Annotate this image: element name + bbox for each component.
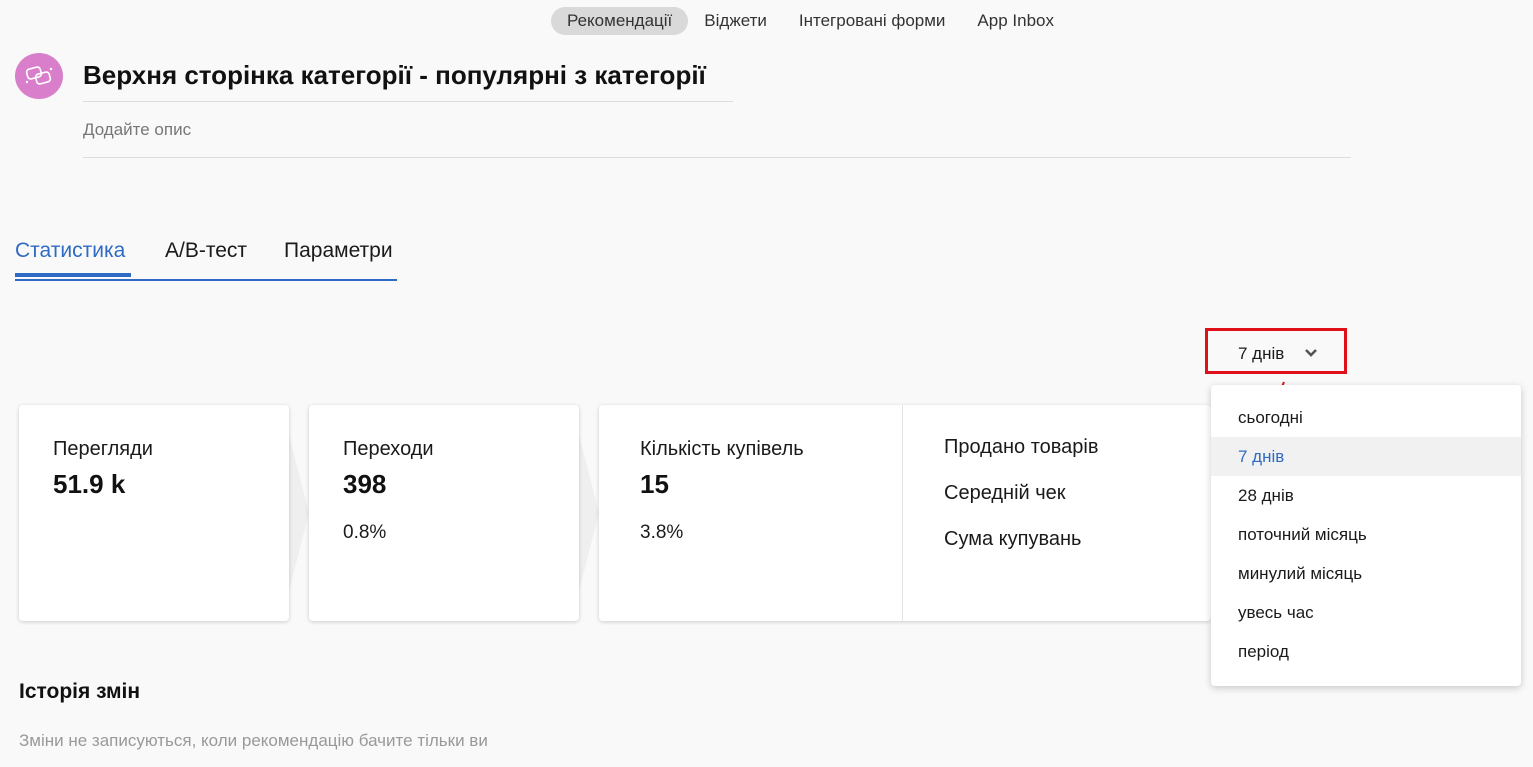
period-option-28-days[interactable]: 28 днів — [1211, 476, 1521, 515]
tab-parameters[interactable]: Параметри — [284, 239, 393, 263]
stat-percent: 3.8% — [640, 522, 684, 543]
title-underline — [83, 101, 733, 102]
period-option-current-month[interactable]: поточний місяць — [1211, 515, 1521, 554]
stat-label: Кількість купівель — [640, 438, 804, 460]
top-navigation: Рекомендації Віджети Інтегровані форми A… — [551, 7, 1070, 35]
description-field[interactable]: Додайте опис — [83, 120, 191, 140]
stat-card-purchases: Кількість купівель 15 3.8% — [599, 405, 1211, 621]
stat-value: 398 — [343, 469, 387, 499]
stat-percent: 0.8% — [343, 522, 387, 543]
active-tab-indicator — [15, 273, 131, 277]
tab-bar: Статистика А/В-тест Параметри — [15, 235, 397, 281]
period-option-custom[interactable]: період — [1211, 632, 1521, 671]
tab-ab-test[interactable]: А/В-тест — [165, 239, 247, 263]
tab-statistics[interactable]: Статистика — [15, 239, 125, 263]
description-underline — [83, 157, 1351, 158]
page-title[interactable]: Верхня сторінка категорії - популярні з … — [83, 60, 706, 91]
stat-label-purchase-sum: Сума купувань — [944, 528, 1082, 550]
card-connector — [289, 435, 309, 591]
stat-label-items-sold: Продано товарів — [944, 436, 1099, 458]
chevron-down-icon[interactable] — [1304, 348, 1318, 358]
history-note: Зміни не записуються, коли рекомендацію … — [19, 731, 488, 750]
topnav-widgets[interactable]: Віджети — [688, 7, 783, 35]
period-option-7-days[interactable]: 7 днів — [1211, 437, 1521, 476]
period-option-all-time[interactable]: увесь час — [1211, 593, 1521, 632]
stat-value: 51.9 k — [53, 469, 126, 499]
stat-label: Переходи — [343, 438, 434, 460]
chat-bubbles-icon — [25, 66, 53, 85]
stat-card-clicks: Переходи 398 0.8% — [309, 405, 579, 621]
topnav-integrated-forms[interactable]: Інтегровані форми — [783, 7, 962, 35]
period-dropdown-menu: сьогодні 7 днів 28 днів поточний місяць … — [1211, 385, 1521, 686]
history-title: Історія змін — [19, 680, 141, 703]
topnav-app-inbox[interactable]: App Inbox — [961, 7, 1070, 35]
card-divider — [902, 405, 903, 621]
stat-card-views: Перегляди 51.9 k — [19, 405, 289, 621]
avatar — [15, 53, 63, 99]
stat-label-average-check: Середній чек — [944, 482, 1066, 504]
period-option-last-month[interactable]: минулий місяць — [1211, 554, 1521, 593]
stat-value: 15 — [640, 469, 669, 499]
card-connector — [579, 435, 599, 591]
period-option-today[interactable]: сьогодні — [1211, 398, 1521, 437]
topnav-recommendations[interactable]: Рекомендації — [551, 7, 689, 35]
period-selector[interactable]: 7 днів — [1238, 344, 1284, 364]
stat-label: Перегляди — [53, 438, 153, 460]
